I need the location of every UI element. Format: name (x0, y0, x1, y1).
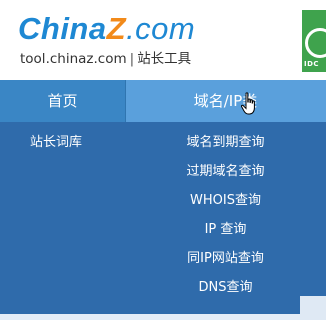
tagline-domain: tool.chinaz.com (20, 51, 127, 67)
nav-item-home[interactable]: 首页 (0, 80, 125, 122)
logo-tagline: tool.chinaz.com | 站长工具 (20, 47, 191, 67)
submenu-item-expired-domains[interactable]: 过期域名查询 (125, 157, 326, 186)
tagline-separator: | (129, 51, 135, 67)
submenu-item-keyword-library[interactable]: 站长词库 (30, 131, 82, 150)
badge-label: IDC (304, 60, 320, 68)
submenu-item-dns-lookup[interactable]: DNS查询 (125, 273, 326, 302)
hand-pointer-icon (240, 92, 255, 115)
tagline-name: 站长工具 (137, 51, 192, 67)
logo-com: .com (126, 11, 196, 46)
submenu-item-ip-lookup[interactable]: IP 查询 (125, 215, 326, 244)
menu-bottom-strip (0, 314, 326, 320)
site-header: ChinaZ.com tool.chinaz.com | 站长工具 IDC (0, 0, 326, 75)
logo-china: China (18, 11, 107, 46)
logo-wordmark: ChinaZ.com (18, 12, 218, 46)
idc-badge[interactable]: IDC (302, 10, 326, 72)
submenu-item-same-ip-sites[interactable]: 同IP网站查询 (125, 244, 326, 273)
badge-ring-icon (305, 28, 326, 58)
logo-z: Z (106, 11, 127, 46)
domain-submenu: 域名到期查询 过期域名查询 WHOIS查询 IP 查询 同IP网站查询 DNS查… (125, 128, 326, 302)
submenu-item-domain-expiry[interactable]: 域名到期查询 (125, 128, 326, 157)
main-nav: 首页 域名/IP类 (0, 80, 326, 122)
submenu-item-whois[interactable]: WHOIS查询 (125, 186, 326, 215)
chinaz-logo[interactable]: ChinaZ.com tool.chinaz.com | 站长工具 (18, 12, 218, 72)
nav-item-domain-ip[interactable]: 域名/IP类 (125, 80, 326, 122)
nav-divider (125, 80, 126, 122)
